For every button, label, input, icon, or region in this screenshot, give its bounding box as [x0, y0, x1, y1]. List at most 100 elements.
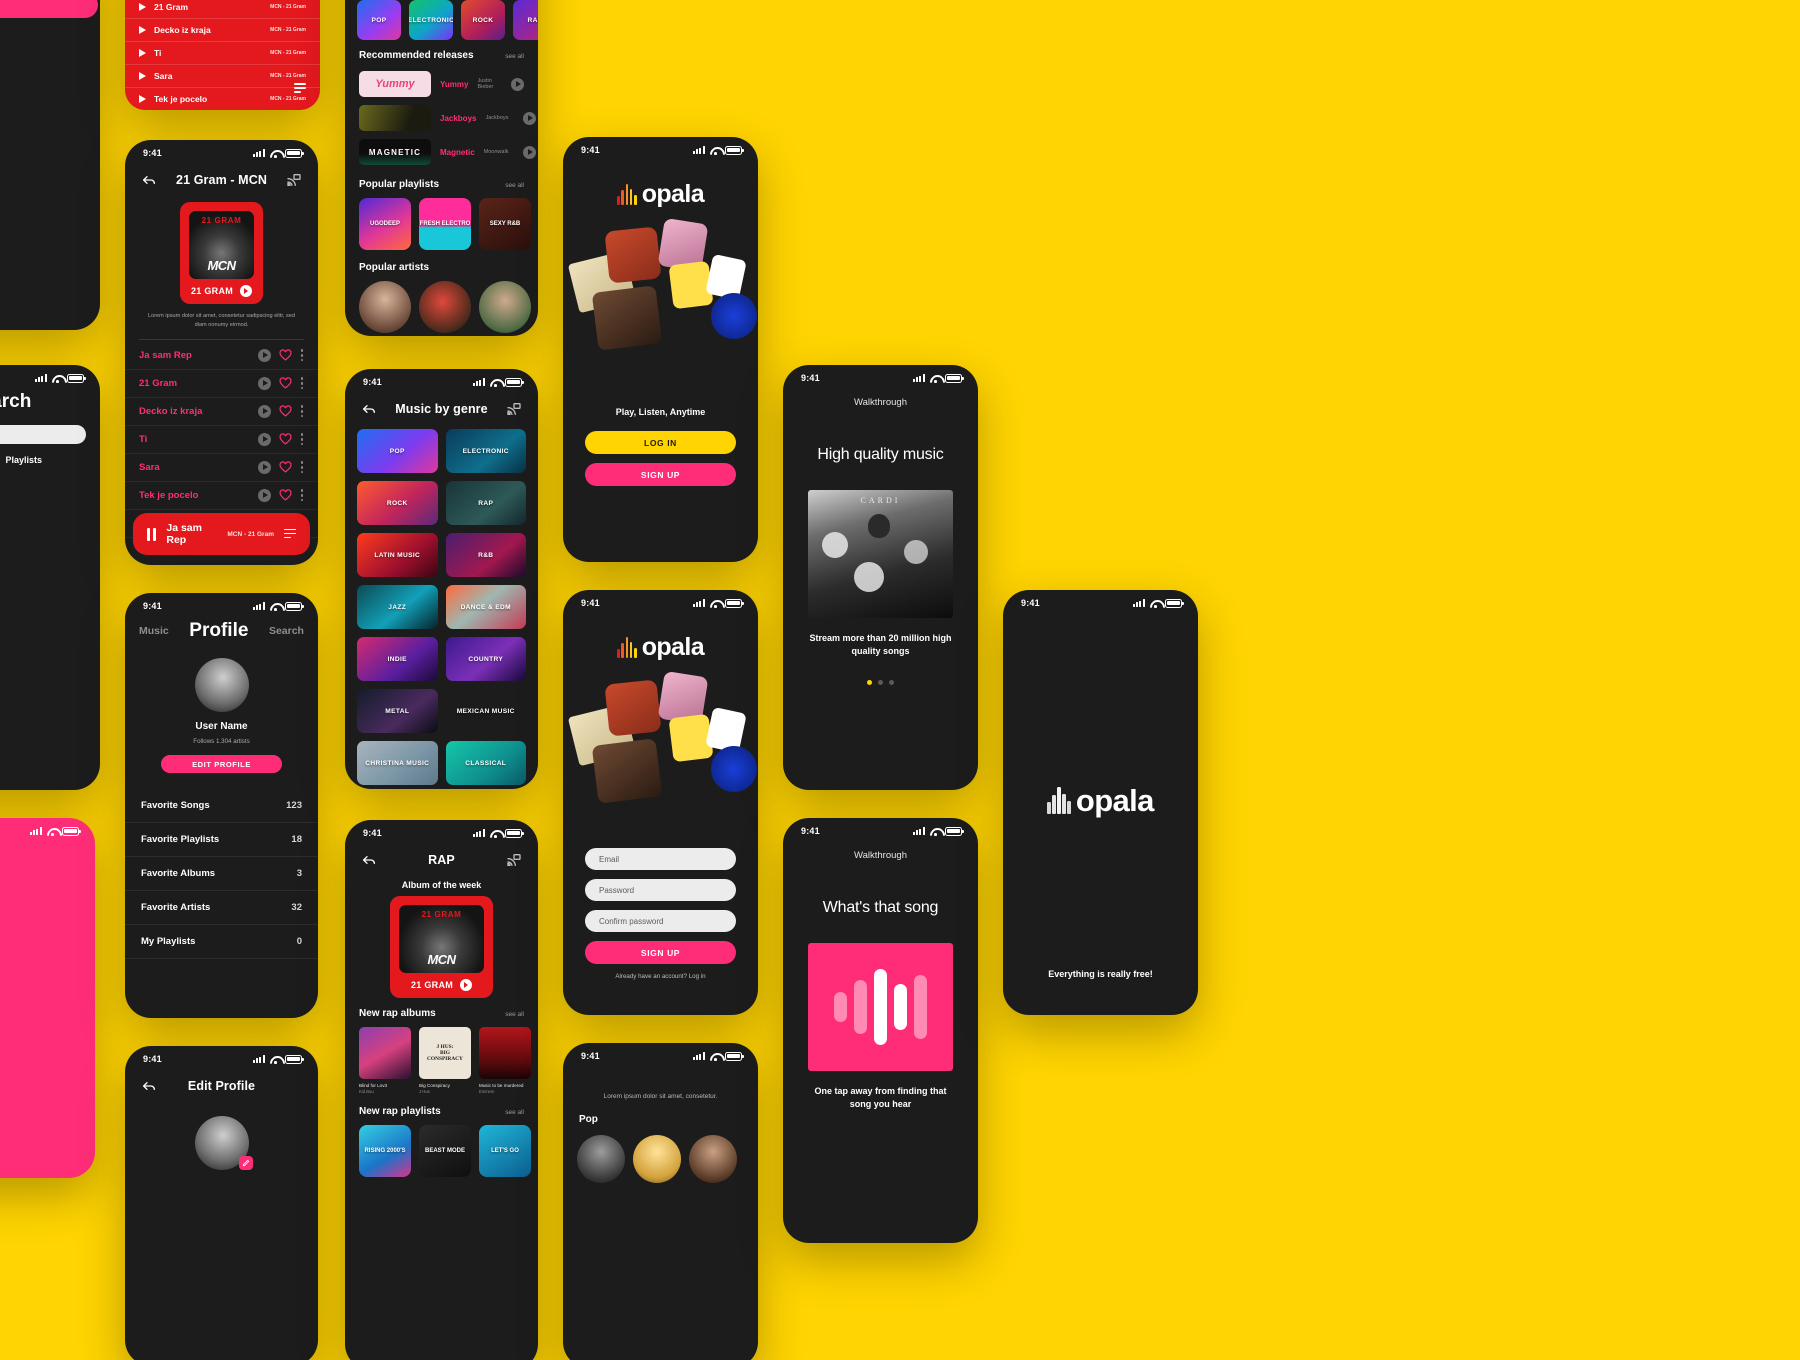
queue-icon[interactable] [294, 83, 306, 94]
table-row[interactable]: 21 Gram MCN - 21 Gram [125, 0, 320, 19]
edit-profile-button[interactable]: EDIT PROFILE [161, 755, 282, 773]
heart-icon[interactable] [279, 349, 292, 361]
back-icon[interactable] [361, 401, 377, 417]
more-options-icon[interactable] [300, 461, 304, 474]
genre-tile-mexican-music[interactable]: MEXICAN MUSIC [446, 689, 527, 733]
genre-tile-rap[interactable]: RAP [445, 481, 526, 525]
avatar[interactable] [194, 658, 249, 712]
play-icon[interactable] [139, 3, 146, 11]
email-field[interactable]: Email [585, 848, 736, 870]
left-partial-pink-pill[interactable]: this song? [0, 0, 98, 18]
play-icon[interactable] [240, 285, 253, 297]
signup-button[interactable]: SIGN UP [585, 463, 736, 486]
table-row[interactable]: Tek je pocelo [125, 482, 318, 510]
more-options-icon[interactable] [300, 405, 304, 418]
heart-icon[interactable] [279, 433, 292, 445]
edit-avatar-button[interactable] [238, 1156, 253, 1170]
play-icon[interactable] [511, 77, 524, 91]
play-icon[interactable] [139, 26, 146, 34]
table-row[interactable]: 21 Gram [125, 370, 318, 398]
play-icon[interactable] [258, 404, 271, 418]
profile-left-tab[interactable]: Music [139, 625, 169, 637]
login-button[interactable]: LOG IN [585, 431, 736, 454]
confirm-password-field[interactable]: Confirm password [585, 910, 736, 932]
genre-tile-metal[interactable]: METAL [357, 689, 438, 733]
album-card[interactable]: Music to be murdered Eminem [479, 1027, 531, 1094]
see-all-link[interactable]: see all [505, 182, 524, 189]
genre-tile-christina-music[interactable]: CHRISTINA MUSIC [357, 741, 438, 785]
genre-tile-indie[interactable]: INDIE [357, 637, 438, 681]
genre-tile-jazz[interactable]: JAZZ [357, 585, 438, 629]
pause-icon[interactable] [147, 527, 157, 541]
genre-tile-rap[interactable]: RAP [513, 0, 538, 40]
table-row[interactable]: Sara [125, 454, 318, 482]
page-dot-2[interactable] [878, 680, 883, 686]
table-row[interactable]: Ti [125, 426, 318, 454]
cast-icon[interactable] [506, 401, 522, 417]
list-item[interactable]: My Playlists 0 [125, 925, 318, 959]
play-icon[interactable] [523, 111, 537, 125]
artist-card[interactable] [633, 1135, 681, 1183]
artist-card[interactable]: Nikolija [419, 281, 471, 336]
more-options-icon[interactable] [300, 349, 304, 362]
see-all-link[interactable]: see all [505, 53, 524, 60]
genre-tile-pop[interactable]: POP [357, 429, 438, 473]
table-row[interactable]: Ja sam Rep [125, 342, 318, 370]
page-dot-3[interactable] [889, 680, 894, 686]
list-item[interactable]: Favorite Songs 123 [125, 789, 318, 823]
list-item[interactable]: Favorite Albums 3 [125, 857, 318, 891]
genre-tile-rock[interactable]: ROCK [461, 0, 505, 40]
play-icon[interactable] [139, 95, 146, 103]
see-all-link[interactable]: see all [505, 1109, 524, 1116]
play-icon[interactable] [139, 49, 146, 57]
more-options-icon[interactable] [300, 433, 304, 446]
cast-icon[interactable] [506, 852, 522, 868]
see-all-link[interactable]: see all [505, 1011, 524, 1018]
playlist-tile-rising[interactable]: RISING 2000'S [359, 1125, 411, 1178]
genre-tile-electronic[interactable]: ELECTRONIC [409, 0, 453, 40]
recommended-item[interactable]: Yummy Yummy Justin Bieber [345, 67, 538, 101]
artist-card[interactable]: Anitta [359, 281, 411, 336]
genre-tile-latin-music[interactable]: LATIN MUSIC [357, 533, 438, 577]
play-icon[interactable] [258, 348, 271, 362]
playlist-tile-sexy-rnb[interactable]: SEXY R&B [479, 198, 531, 250]
play-icon[interactable] [258, 376, 271, 390]
genre-tile-country[interactable]: COUNTRY [445, 637, 526, 681]
login-hint-link[interactable]: Already have an account? Log in [563, 973, 758, 980]
more-options-icon[interactable] [300, 489, 304, 502]
table-row[interactable]: Decko iz kraja MCN - 21 Gram [125, 19, 320, 42]
album-of-week-card[interactable]: 21 GRAM MCN 21 GRAM [390, 896, 493, 998]
search-input[interactable] [0, 425, 86, 444]
artist-card[interactable] [689, 1135, 737, 1183]
heart-icon[interactable] [279, 489, 292, 501]
album-card[interactable]: J HUS: BIG CONSPIRACY Big Conspiracy J Hus [419, 1027, 471, 1094]
playlist-tile-fresh-electro[interactable]: FRESH ELECTRO [419, 198, 471, 250]
playlist-tile-lets-go[interactable]: LET'S GO [479, 1125, 531, 1178]
playlist-tile-beast-mode[interactable]: BEAST MODE [419, 1125, 471, 1178]
playlist-tile-ugodeep[interactable]: UGODEEP [359, 198, 411, 250]
play-icon[interactable] [139, 72, 146, 80]
list-item[interactable]: Favorite Playlists 18 [125, 823, 318, 857]
artist-card[interactable] [577, 1135, 625, 1183]
queue-icon[interactable] [284, 528, 296, 540]
play-icon[interactable] [258, 460, 271, 474]
table-row[interactable]: Decko iz kraja [125, 398, 318, 426]
more-options-icon[interactable] [300, 377, 304, 390]
album-cover-card[interactable]: 21 GRAM MCN 21 GRAM [180, 202, 263, 304]
genre-tile-electronic[interactable]: ELECTRONIC [445, 429, 526, 473]
play-icon[interactable] [258, 488, 271, 502]
walkthrough-pagination[interactable] [783, 680, 978, 686]
play-icon[interactable] [460, 979, 473, 991]
heart-icon[interactable] [279, 405, 292, 417]
table-row[interactable]: Sara MCN - 21 Gram [125, 65, 320, 88]
table-row[interactable]: Ti MCN - 21 Gram [125, 42, 320, 65]
heart-icon[interactable] [279, 461, 292, 473]
genre-tile-r-b[interactable]: R&B [445, 533, 526, 577]
password-field[interactable]: Password [585, 879, 736, 901]
recommended-item[interactable]: MAGNETIC Magnetic Moonwalk [345, 135, 538, 169]
back-icon[interactable] [141, 172, 157, 188]
back-icon[interactable] [361, 852, 377, 868]
recommended-item[interactable]: Jackboys Jackboys [345, 101, 538, 135]
genre-tile-rock[interactable]: ROCK [357, 481, 438, 525]
genre-tile-classical[interactable]: CLASSICAL [445, 741, 526, 785]
